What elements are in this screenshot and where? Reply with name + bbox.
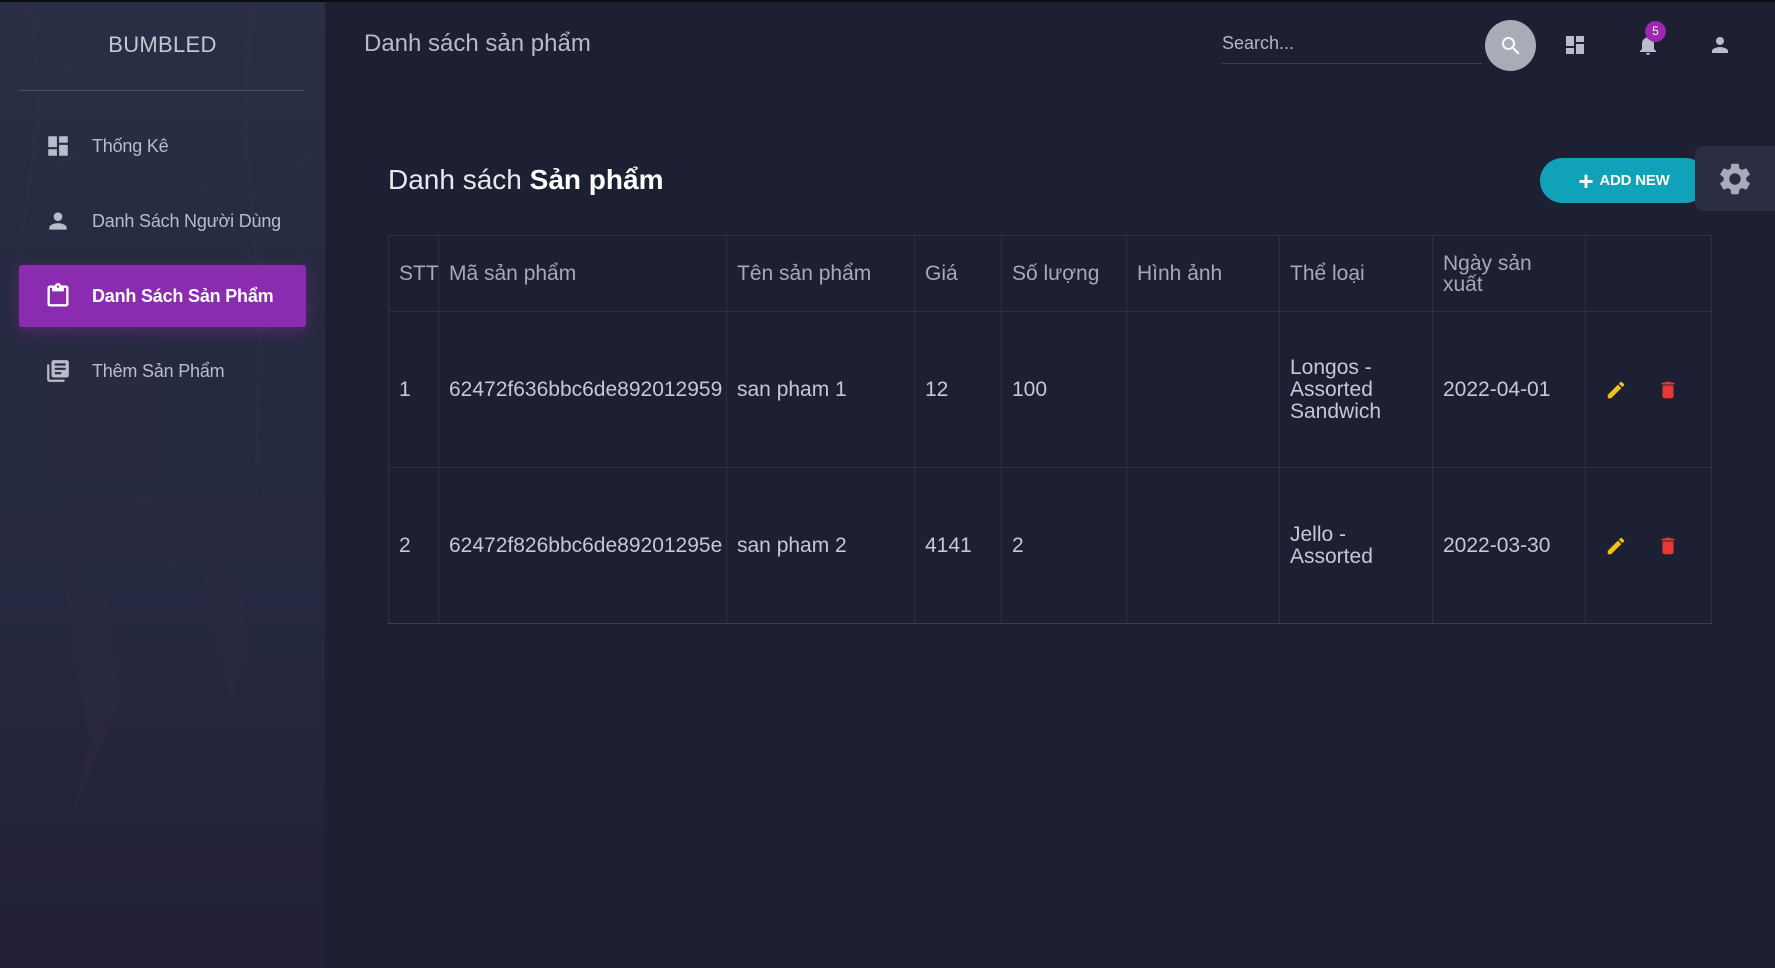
search-field — [1222, 24, 1482, 64]
column-header-so-luong: Số lượng — [1001, 235, 1127, 312]
content-title-bold: Sản phẩm — [529, 164, 664, 195]
user-menu-button[interactable] — [1705, 30, 1735, 60]
content-title-prefix: Danh sách — [388, 164, 522, 195]
settings-button[interactable] — [1695, 146, 1775, 211]
trash-icon — [1661, 537, 1675, 554]
search-button[interactable] — [1485, 20, 1536, 71]
cell-image — [1126, 467, 1280, 624]
add-new-button[interactable]: + ADD NEW — [1540, 158, 1708, 203]
products-table-container: STT Mã sản phẩm Tên sản phẩm Giá Số lượn… — [388, 235, 1712, 624]
person-icon — [43, 206, 73, 236]
brand-logo-text[interactable]: BUMBLED — [0, 32, 325, 58]
edit-button[interactable] — [1604, 534, 1628, 558]
sidebar: BUMBLED Thống Kê Danh Sách Người Dùng Da… — [0, 2, 325, 968]
cell-product-name: san pham 2 — [726, 467, 915, 624]
sidebar-item-thong-ke[interactable]: Thống Kê — [19, 115, 306, 177]
search-icon — [1501, 36, 1519, 54]
cell-price: 12 — [914, 311, 1002, 468]
edit-button[interactable] — [1604, 378, 1628, 402]
sidebar-item-label: Thống Kê — [92, 135, 169, 156]
sidebar-item-label: Danh Sách Người Dùng — [92, 210, 281, 231]
cell-stt: 2 — [388, 467, 439, 624]
column-header-stt: STT — [388, 235, 439, 312]
column-header-ngay-san-xuat: Ngày sản xuất — [1432, 235, 1586, 312]
sidebar-item-danh-sach-san-pham[interactable]: Danh Sách Sản Phẩm — [19, 265, 306, 327]
notification-badge: 5 — [1645, 21, 1666, 42]
cell-category: Longos - Assorted Sandwich — [1279, 311, 1433, 468]
column-header-ma-san-pham: Mã sản phẩm — [438, 235, 727, 312]
cell-product-name: san pham 1 — [726, 311, 915, 468]
person-icon — [1712, 37, 1728, 53]
content-title: Danh sách Sản phẩm — [388, 164, 663, 196]
dashboard-icon — [1566, 36, 1584, 54]
cell-date: 2022-03-30 — [1432, 467, 1586, 624]
add-new-label: ADD NEW — [1599, 172, 1670, 189]
cell-quantity: 2 — [1001, 467, 1127, 624]
sidebar-item-danh-sach-nguoi-dung[interactable]: Danh Sách Người Dùng — [19, 190, 306, 252]
cell-date: 2022-04-01 — [1432, 311, 1586, 468]
delete-button[interactable] — [1656, 378, 1680, 402]
trash-icon — [1661, 381, 1675, 398]
sidebar-item-label: Thêm Sản Phẩm — [92, 360, 225, 381]
clipboard-icon — [43, 281, 73, 311]
cell-price: 4141 — [914, 467, 1002, 624]
navbar-page-title: Danh sách sản phẩm — [364, 30, 591, 57]
dashboard-button[interactable] — [1560, 30, 1590, 60]
column-header-actions — [1585, 235, 1712, 312]
cell-actions — [1585, 311, 1712, 468]
cell-actions — [1585, 467, 1712, 624]
table-header-row: STT Mã sản phẩm Tên sản phẩm Giá Số lượn… — [388, 235, 1712, 312]
search-input[interactable] — [1222, 24, 1482, 62]
cell-product-id: 62472f826bbc6de89201295e — [438, 467, 727, 624]
cell-quantity: 100 — [1001, 311, 1127, 468]
gear-icon — [1720, 163, 1750, 194]
cell-category: Jello - Assorted — [1279, 467, 1433, 624]
table-row: 2 62472f826bbc6de89201295e san pham 2 41… — [388, 467, 1712, 624]
library-books-icon — [43, 356, 73, 386]
column-header-the-loai: Thể loại — [1279, 235, 1433, 312]
dashboard-icon — [43, 131, 73, 161]
delete-button[interactable] — [1656, 534, 1680, 558]
column-header-hinh-anh: Hình ảnh — [1126, 235, 1280, 312]
column-header-ten-san-pham: Tên sản phẩm — [726, 235, 915, 312]
column-header-gia: Giá — [914, 235, 1002, 312]
table-row: 1 62472f636bbc6de892012959 san pham 1 12… — [388, 311, 1712, 468]
pencil-icon — [1607, 537, 1625, 554]
products-table: STT Mã sản phẩm Tên sản phẩm Giá Số lượn… — [388, 235, 1712, 624]
cell-product-id: 62472f636bbc6de892012959 — [438, 311, 727, 468]
plus-icon: + — [1578, 165, 1594, 196]
cell-stt: 1 — [388, 311, 439, 468]
brand-divider — [19, 90, 304, 91]
sidebar-item-them-san-pham[interactable]: Thêm Sản Phẩm — [19, 340, 306, 402]
sidebar-item-label: Danh Sách Sản Phẩm — [92, 285, 274, 306]
cell-image — [1126, 311, 1280, 468]
pencil-icon — [1607, 381, 1625, 398]
